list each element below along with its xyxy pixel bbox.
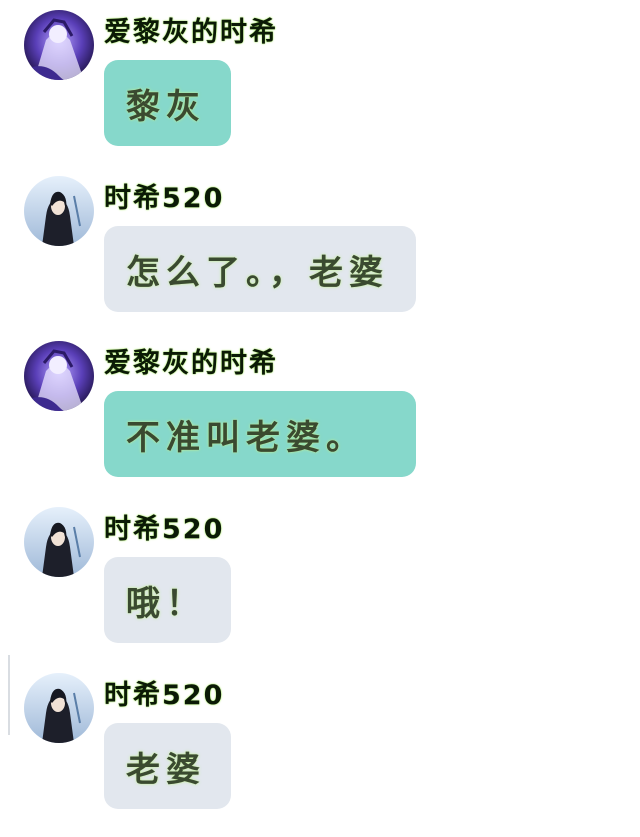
chat-transcript: 爱黎灰的时希 黎灰 时希520 怎么了。，老婆 爱黎灰的时希 不准叫老婆。 时希… (0, 0, 640, 837)
avatar-image (24, 673, 94, 743)
avatar-image (24, 176, 94, 246)
avatar-image (24, 10, 94, 80)
message-bubble[interactable]: 老婆 (104, 723, 231, 809)
sender-name: 时希520 (104, 680, 225, 711)
chat-message: 爱黎灰的时希 黎灰 (0, 10, 640, 150)
left-edge-divider (8, 655, 10, 735)
chat-message: 爱黎灰的时希 不准叫老婆。 (0, 341, 640, 481)
chat-message: 时希520 哦！ (0, 507, 640, 647)
purple-character-avatar[interactable] (24, 341, 94, 411)
sender-name: 时希520 (104, 514, 225, 545)
avatar-image (24, 507, 94, 577)
message-bubble[interactable]: 黎灰 (104, 60, 231, 146)
sender-name: 时希520 (104, 183, 225, 214)
sender-name: 爱黎灰的时希 (104, 348, 278, 379)
dark-haired-character-avatar[interactable] (24, 673, 94, 743)
purple-character-avatar[interactable] (24, 10, 94, 80)
dark-haired-character-avatar[interactable] (24, 507, 94, 577)
dark-haired-character-avatar[interactable] (24, 176, 94, 246)
chat-message: 时希520 怎么了。，老婆 (0, 176, 640, 316)
chat-message: 时希520 老婆 (0, 673, 640, 813)
message-bubble[interactable]: 不准叫老婆。 (104, 391, 416, 477)
message-bubble[interactable]: 哦！ (104, 557, 231, 643)
avatar-image (24, 341, 94, 411)
sender-name: 爱黎灰的时希 (104, 17, 278, 48)
message-bubble[interactable]: 怎么了。，老婆 (104, 226, 416, 312)
